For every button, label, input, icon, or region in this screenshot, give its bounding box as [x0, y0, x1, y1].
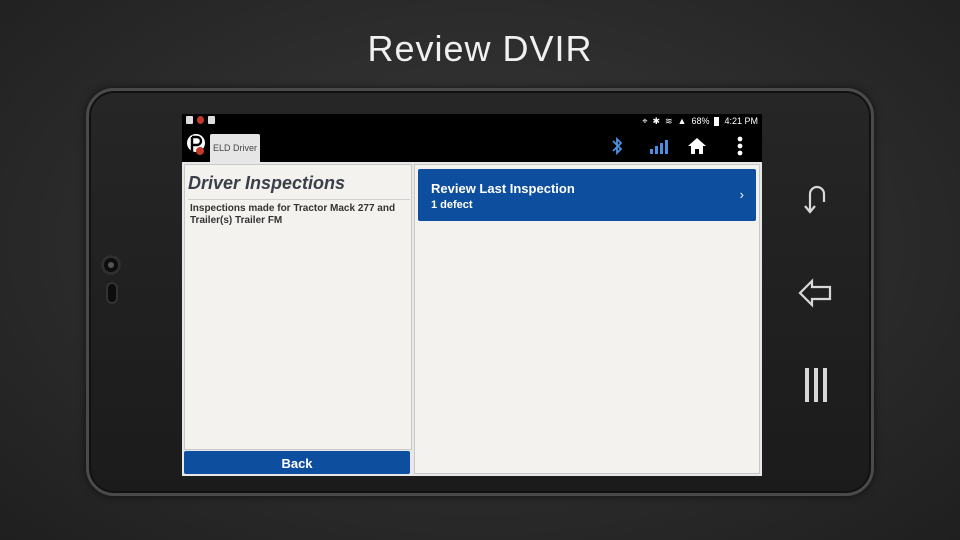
action-bar: ELD Driver — [182, 130, 762, 162]
bluetooth-status-icon: ✱ — [652, 116, 660, 126]
inspection-description: Inspections made for Tractor Mack 277 an… — [190, 203, 396, 226]
wifi-icon: ≋ — [664, 116, 673, 126]
recents-icon[interactable] — [796, 178, 836, 218]
panel-divider — [188, 199, 410, 200]
battery-level: 68% — [691, 116, 710, 126]
chevron-right-icon: › — [739, 187, 744, 202]
signal-icon[interactable] — [647, 134, 671, 158]
defect-count: 1 defect — [431, 199, 473, 211]
driver-tab[interactable]: ELD Driver — [210, 134, 260, 162]
review-title: Review Last Inspection — [431, 181, 575, 196]
app-notification-icon — [208, 116, 215, 124]
proximity-sensor — [106, 282, 118, 304]
review-last-inspection-item[interactable]: Review Last Inspection 1 defect › — [418, 169, 756, 221]
notification-icons — [186, 116, 215, 124]
back-nav-icon[interactable] — [796, 273, 836, 313]
location-icon: ⌖ — [642, 116, 648, 126]
slide-title: Review DVIR — [367, 28, 593, 69]
front-camera — [101, 255, 121, 275]
home-icon[interactable] — [685, 134, 709, 158]
clock: 4:21 PM — [724, 116, 758, 126]
more-icon[interactable] — [728, 134, 752, 158]
status-bar: ⌖ ✱ ≋ ▲ 68% 4:21 PM — [182, 114, 762, 130]
app-logo — [186, 133, 208, 159]
bluetooth-icon[interactable] — [605, 134, 629, 158]
cell-signal-icon: ▲ — [677, 116, 687, 126]
device-screen: ⌖ ✱ ≋ ▲ 68% 4:21 PM ELD Driver Driver In… — [182, 114, 762, 476]
system-status: ⌖ ✱ ≋ ▲ 68% 4:21 PM — [642, 116, 758, 126]
battery-icon — [714, 116, 720, 126]
inspections-panel: Driver Inspections Inspections made for … — [184, 164, 412, 450]
image-notification-icon — [186, 116, 193, 124]
menu-icon[interactable] — [796, 365, 836, 405]
panel-title: Driver Inspections — [188, 173, 346, 193]
alert-notification-icon — [197, 116, 204, 124]
review-panel: Review Last Inspection 1 defect › — [414, 164, 760, 474]
back-button[interactable]: Back — [184, 451, 410, 474]
